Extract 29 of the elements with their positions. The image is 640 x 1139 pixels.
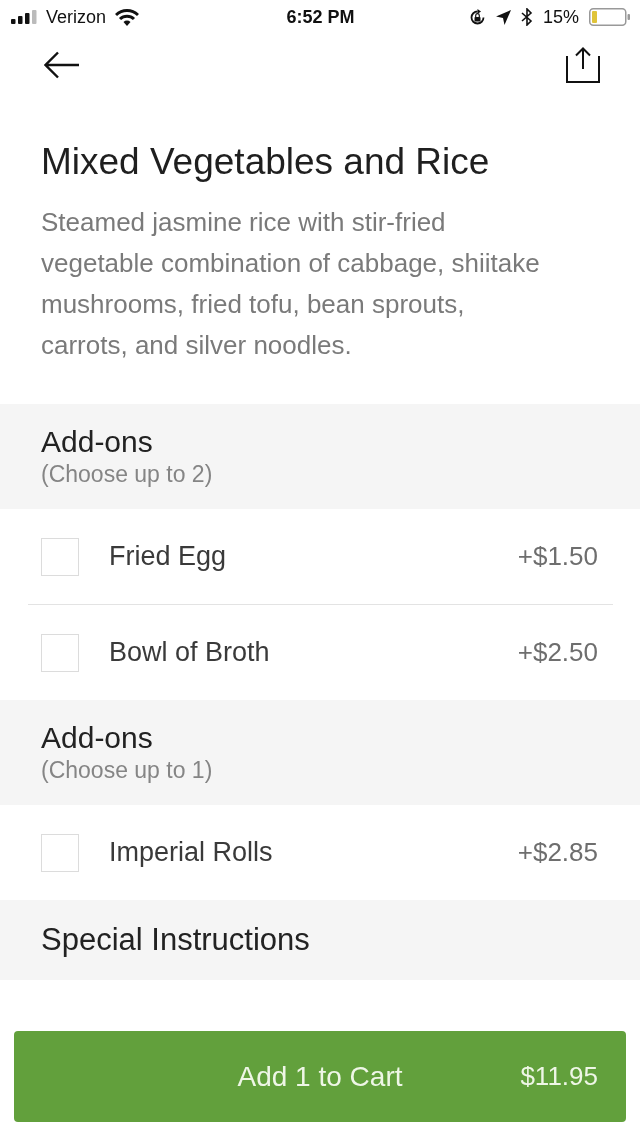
location-arrow-icon — [495, 9, 511, 25]
checkbox[interactable] — [41, 537, 79, 576]
battery-icon — [589, 8, 630, 26]
rotation-lock-icon — [468, 8, 486, 26]
checkbox[interactable] — [41, 633, 79, 672]
section-title: Special Instructions — [41, 922, 310, 958]
share-icon[interactable] — [566, 47, 600, 83]
carrier-name: Verizon — [46, 6, 107, 28]
option-price: +$2.85 — [517, 837, 598, 868]
wifi-icon — [115, 8, 140, 26]
back-arrow-icon[interactable] — [44, 51, 80, 79]
section-title: Add-ons — [41, 425, 154, 459]
item-description: Steamed jasmine rice with stir-fried vegetable combination of cabbage, shiitake mushrooms, fried tofu, bean sprouts, carrots, and silver noodles. — [41, 206, 541, 362]
option-price: +$2.50 — [517, 637, 598, 668]
section-title: Add-ons — [41, 721, 154, 755]
option-name: Fried Egg — [109, 541, 228, 572]
add-to-cart-button[interactable]: Add 1 to Cart $11.95 — [14, 1031, 626, 1122]
signal-icon — [11, 10, 37, 24]
option-name: Imperial Rolls — [109, 837, 274, 868]
option-price: +$1.50 — [517, 541, 598, 572]
battery-percentage: 15% — [542, 6, 579, 28]
option-name: Bowl of Broth — [109, 637, 271, 668]
checkbox[interactable] — [41, 833, 79, 872]
item-title: Mixed Vegetables and Rice — [41, 142, 491, 182]
section-hint: (Choose up to 2) — [41, 460, 214, 488]
cart-price: $11.95 — [520, 1061, 598, 1092]
section-hint: (Choose up to 1) — [41, 756, 214, 784]
clock-time: 6:52 PM — [286, 6, 355, 28]
bluetooth-icon — [520, 8, 533, 26]
